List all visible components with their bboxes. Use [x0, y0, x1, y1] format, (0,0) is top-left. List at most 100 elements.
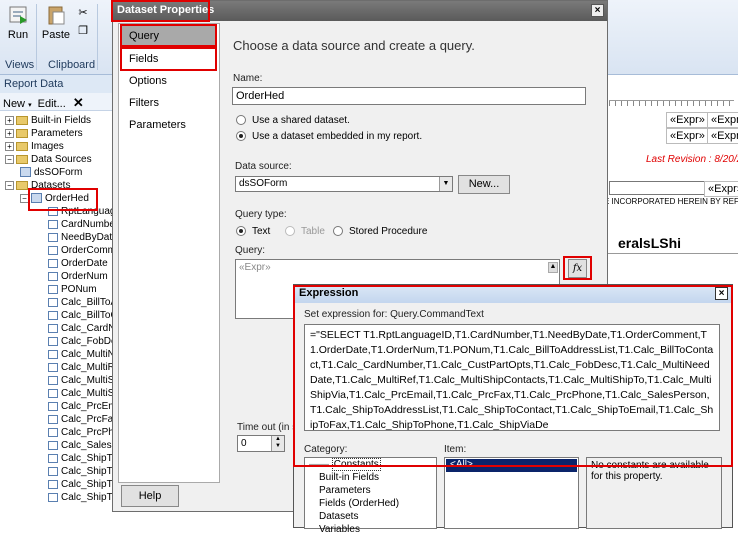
tree-field-item[interactable]: OrderComm [48, 245, 116, 258]
collapse-icon[interactable]: − [5, 154, 14, 164]
expand-icon[interactable]: + [5, 115, 14, 125]
nav-item-query[interactable]: Query [121, 26, 217, 47]
tree-field-item[interactable]: Calc_MultiS [48, 375, 114, 388]
collapse-icon[interactable]: − [5, 180, 14, 190]
new-data-source-button[interactable]: New... [458, 175, 510, 194]
tree-label: CardNumber [61, 219, 119, 230]
tree-field-item[interactable]: Calc_BillToA [48, 297, 117, 310]
radio-icon [285, 226, 295, 237]
tree-field-item[interactable]: Calc_CardN [48, 323, 115, 336]
report-data-toolbar: New ▾ Edit... ✕ [0, 93, 112, 111]
radio-query-stored-procedure[interactable]: Stored Procedure [333, 226, 427, 237]
expr-textbox[interactable]: «Expr» [707, 112, 738, 128]
close-icon[interactable]: × [715, 287, 728, 300]
category-item-builtin-fields[interactable]: Built-in Fields [319, 472, 379, 485]
nav-item-fields[interactable]: Fields [121, 49, 217, 70]
nav-item-filters[interactable]: Filters [121, 93, 217, 114]
run-button[interactable]: Run [4, 4, 32, 41]
delete-icon[interactable]: ✕ [73, 95, 84, 110]
tree-field-item[interactable]: Calc_MultiN [48, 349, 115, 362]
edit-button[interactable]: Edit... [38, 98, 66, 110]
folder-icon [16, 128, 28, 138]
data-source-select[interactable]: dsSOForm ▼ [235, 176, 453, 192]
category-item-parameters[interactable]: Parameters [319, 485, 371, 498]
report-heading-text: eralsLShi [618, 235, 682, 251]
tree-item-builtin-fields[interactable]: + Built-in Fields [5, 115, 91, 128]
tree-field-item[interactable]: OrderNum [48, 271, 108, 284]
radio-selected-icon [236, 131, 246, 142]
item-all[interactable]: <All> [446, 459, 577, 472]
tree-field-item[interactable]: Calc_BillToC [48, 310, 118, 323]
run-label: Run [7, 29, 29, 41]
expr-textbox[interactable]: «Expr» [704, 181, 738, 197]
category-label: Category: [304, 444, 348, 455]
radio-icon [333, 226, 343, 237]
close-icon[interactable]: × [591, 4, 604, 17]
data-source-label: Data source: [235, 161, 292, 172]
expr-textbox[interactable]: «Expr» [666, 112, 709, 128]
chevron-down-icon[interactable]: ▼ [439, 177, 452, 191]
category-item-constants[interactable]: —— Constants [309, 458, 381, 472]
tree-field-item[interactable]: Calc_PrcFax [48, 414, 118, 427]
dataset-icon [31, 193, 42, 204]
category-item-fields[interactable]: Fields (OrderHed) [319, 498, 399, 511]
cut-button[interactable]: ✂ [76, 6, 90, 19]
last-revision-label: Last Revision : 8/20/20 [646, 154, 738, 165]
tree-item-parameters[interactable]: + Parameters [5, 128, 83, 141]
tree-item-dssoform[interactable]: dsSOForm [20, 167, 82, 180]
tree-field-item[interactable]: CardNumber [48, 219, 118, 232]
tree-field-item[interactable]: Calc_ShipTo [48, 479, 117, 492]
radio-query-table[interactable]: Table [285, 226, 325, 237]
tree-label: OrderDate [61, 258, 108, 269]
collapse-icon[interactable]: − [20, 193, 29, 203]
timeout-stepper[interactable]: 0 ▲ ▼ [237, 435, 285, 452]
tree-label: Calc_ShipTo [61, 479, 118, 490]
nav-item-parameters[interactable]: Parameters [121, 115, 217, 136]
tree-item-data-sources[interactable]: − Data Sources [5, 154, 92, 167]
copy-button[interactable]: ❐ [76, 24, 90, 37]
category-list[interactable]: —— Constants Built-in Fields Parameters … [304, 457, 437, 535]
expr-textbox[interactable]: «Expr» [707, 128, 738, 144]
field-icon [48, 388, 58, 398]
tree-item-images[interactable]: + Images [5, 141, 64, 154]
tree-field-item[interactable]: Calc_MultiR [48, 362, 115, 375]
tree-field-item[interactable]: Calc_MultiS [48, 388, 114, 401]
help-button[interactable]: Help [121, 485, 179, 507]
field-icon [48, 466, 58, 476]
field-icon [48, 323, 58, 333]
radio-query-text[interactable]: Text [236, 226, 270, 237]
expression-editor[interactable]: ="SELECT T1.RptLanguageID,T1.CardNumber,… [304, 324, 720, 431]
tree-field-item[interactable]: Calc_FobDe [48, 336, 117, 349]
field-icon [48, 427, 58, 437]
radio-shared-dataset[interactable]: Use a shared dataset. [236, 115, 350, 126]
tree-field-item[interactable]: Calc_PrcPho [48, 427, 119, 440]
new-menu-button[interactable]: New [3, 98, 25, 110]
tree-field-item[interactable]: NeedByDate [48, 232, 118, 245]
field-icon [48, 453, 58, 463]
tree-label: OrderComm [61, 245, 117, 256]
tree-field-item[interactable]: Calc_SalesP [48, 440, 118, 453]
tree-field-item[interactable]: RptLanguage [48, 206, 121, 219]
tree-label: Calc_BillToC [61, 310, 118, 321]
expand-icon[interactable]: + [5, 128, 14, 138]
terms-text: E INCORPORATED HEREIN BY REFE [604, 197, 738, 206]
expression-dialog: Expression × Set expression for: Query.C… [293, 284, 733, 535]
spinner-icon[interactable]: ▲ ▼ [271, 436, 284, 451]
tree-item-datasets[interactable]: − Datasets [5, 180, 70, 193]
tree-field-item[interactable]: Calc_ShipTo [48, 453, 117, 466]
tree-field-item[interactable]: Calc_ShipTo [48, 466, 117, 479]
scroll-up-icon[interactable]: ▲ [548, 262, 558, 273]
tree-field-item[interactable]: PONum [48, 284, 97, 297]
paste-button[interactable]: Paste [40, 4, 72, 41]
tree-item-orderhed[interactable]: − OrderHed [20, 193, 89, 206]
category-item-datasets[interactable]: Datasets [319, 511, 358, 524]
name-input[interactable]: OrderHed [232, 87, 586, 105]
expr-textbox[interactable]: «Expr» [666, 128, 709, 144]
item-list[interactable]: <All> [444, 457, 579, 529]
tree-field-item[interactable]: OrderDate [48, 258, 108, 271]
nav-item-options[interactable]: Options [121, 71, 217, 92]
category-item-variables[interactable]: Variables [319, 524, 360, 537]
expand-icon[interactable]: + [5, 141, 14, 151]
radio-embedded-dataset[interactable]: Use a dataset embedded in my report. [236, 131, 422, 142]
expression-fx-button[interactable]: fx [568, 259, 587, 278]
